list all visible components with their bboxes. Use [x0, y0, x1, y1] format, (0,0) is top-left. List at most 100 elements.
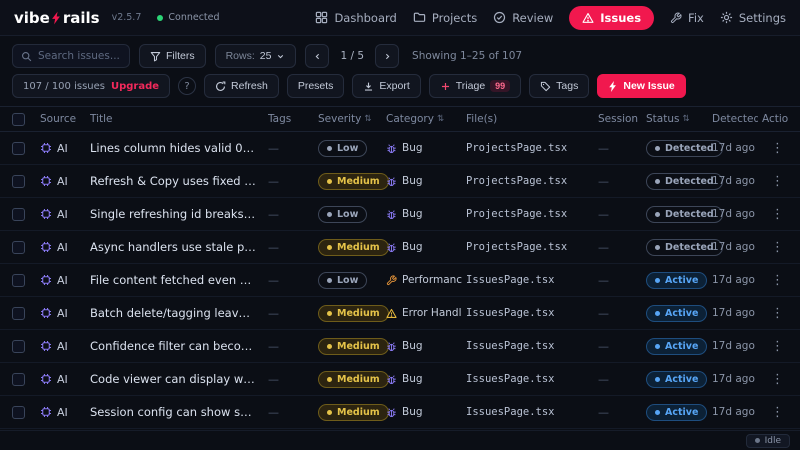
category-icon: [386, 209, 397, 220]
tags-cell: —: [268, 174, 279, 188]
row-actions-menu[interactable]: ⋮: [767, 306, 788, 321]
severity-badge: Low: [318, 139, 368, 157]
row-actions-menu[interactable]: ⋮: [767, 405, 788, 420]
table-row[interactable]: AI Lines column hides valid 0-line stats…: [0, 132, 800, 165]
table-row[interactable]: AI Code viewer can display wrong file du…: [0, 363, 800, 396]
next-page-button[interactable]: [375, 44, 400, 68]
table-row[interactable]: AI Async handlers use stale projects sta…: [0, 231, 800, 264]
table-row[interactable]: AI Refresh & Copy uses fixed delay inste…: [0, 165, 800, 198]
category-label: Bug: [402, 208, 423, 220]
row-actions-menu[interactable]: ⋮: [767, 141, 788, 156]
table-row[interactable]: AI Batch delete/tagging leaves UI incons…: [0, 297, 800, 330]
row-actions-menu[interactable]: ⋮: [767, 240, 788, 255]
row-checkbox[interactable]: [12, 141, 25, 155]
file-cell: IssuesPage.tsx: [466, 307, 555, 319]
row-actions-menu[interactable]: ⋮: [767, 339, 788, 354]
row-checkbox[interactable]: [12, 207, 25, 221]
ai-chip-icon: [40, 307, 52, 319]
table-body: AI Lines column hides valid 0-line stats…: [0, 132, 800, 429]
col-severity[interactable]: Severity ⇅: [318, 113, 382, 125]
status-dot-icon: [655, 343, 660, 349]
nav-issues[interactable]: Issues: [569, 5, 655, 30]
row-checkbox[interactable]: [12, 174, 25, 188]
filters-button[interactable]: Filters: [139, 44, 206, 68]
prev-page-button[interactable]: [305, 44, 330, 68]
tags-button[interactable]: Tags: [529, 74, 590, 98]
severity-badge: Medium: [318, 370, 389, 388]
detected-cell: 17d ago: [712, 340, 755, 352]
table-row[interactable]: AI File content fetched even when code p…: [0, 264, 800, 297]
row-actions-menu[interactable]: ⋮: [767, 273, 788, 288]
category-cell: Bug: [386, 406, 462, 418]
bolt-icon: [51, 11, 62, 25]
col-title: Title: [90, 113, 113, 125]
session-cell: —: [598, 405, 609, 419]
status-dot-icon: [655, 211, 660, 217]
chevron-down-icon: [276, 52, 285, 61]
row-actions-menu[interactable]: ⋮: [767, 372, 788, 387]
search-input[interactable]: [38, 50, 121, 62]
category-cell: Performance: [386, 274, 462, 286]
row-actions-menu[interactable]: ⋮: [767, 174, 788, 189]
row-checkbox[interactable]: [12, 372, 25, 386]
category-cell: Error Handling: [386, 307, 462, 319]
tags-cell: —: [268, 240, 279, 254]
row-checkbox[interactable]: [12, 339, 25, 353]
category-icon: [386, 308, 397, 319]
severity-cell: Medium: [318, 403, 389, 421]
col-status[interactable]: Status ⇅: [646, 113, 708, 125]
row-checkbox[interactable]: [12, 405, 25, 419]
connected-dot-icon: [157, 14, 164, 21]
nav-projects[interactable]: Projects: [413, 11, 477, 25]
category-icon: [386, 341, 397, 352]
row-checkbox[interactable]: [12, 273, 25, 287]
source-label: AI: [57, 306, 68, 320]
select-all-checkbox[interactable]: [12, 112, 25, 126]
export-button[interactable]: Export: [352, 74, 421, 98]
table-row[interactable]: AI Session config can show stale data af…: [0, 396, 800, 429]
nav-fix[interactable]: Fix: [670, 11, 704, 25]
new-issue-button[interactable]: New Issue: [597, 74, 686, 98]
status-dot-icon: [655, 277, 660, 283]
category-icon: [386, 176, 397, 187]
table-row[interactable]: AI Confidence filter can become stale du…: [0, 330, 800, 363]
presets-button[interactable]: Presets: [286, 74, 345, 98]
brand-logo[interactable]: vibe rails: [14, 9, 100, 27]
source-label: AI: [57, 372, 68, 386]
file-cell: IssuesPage.tsx: [466, 406, 555, 418]
brand-vibe: vibe: [14, 8, 50, 27]
rows-label: Rows:: [225, 50, 255, 62]
col-category[interactable]: Category ⇅: [386, 113, 462, 125]
status-dot-icon: [655, 376, 660, 382]
rows-per-page-select[interactable]: Rows: 25: [214, 44, 297, 68]
nav-dashboard[interactable]: Dashboard: [315, 11, 397, 25]
nav-review[interactable]: Review: [493, 11, 553, 25]
session-cell: —: [598, 141, 609, 155]
row-checkbox[interactable]: [12, 306, 25, 320]
detected-cell: 17d ago: [712, 208, 755, 220]
table-row[interactable]: AI Single refreshing id breaks concurren…: [0, 198, 800, 231]
app-root: vibe rails v2.5.7 Connected Dashboard Pr…: [0, 0, 800, 450]
refresh-button[interactable]: Refresh: [204, 74, 279, 98]
source-label: AI: [57, 207, 68, 221]
source-cell: AI: [40, 406, 86, 419]
connection-label: Connected: [168, 12, 220, 23]
triage-button[interactable]: Triage 99: [428, 74, 522, 98]
help-button[interactable]: ?: [178, 77, 197, 95]
bug-icon: [387, 176, 396, 186]
idle-label: Idle: [764, 435, 781, 446]
category-cell: Bug: [386, 373, 462, 385]
download-icon: [363, 81, 374, 92]
row-checkbox[interactable]: [12, 240, 25, 254]
row-actions-menu[interactable]: ⋮: [767, 207, 788, 222]
severity-cell: Low: [318, 139, 382, 157]
status-cell: Detected: [646, 238, 723, 256]
upgrade-link[interactable]: Upgrade: [111, 81, 159, 92]
nav-settings[interactable]: Settings: [720, 11, 786, 25]
category-icon: [386, 242, 397, 253]
category-icon: [386, 374, 397, 385]
file-cell: ProjectsPage.tsx: [466, 142, 568, 154]
chevron-right-icon: [383, 52, 392, 61]
col-detected[interactable]: Detected⇅: [712, 113, 758, 125]
bolt-icon: [608, 80, 618, 92]
